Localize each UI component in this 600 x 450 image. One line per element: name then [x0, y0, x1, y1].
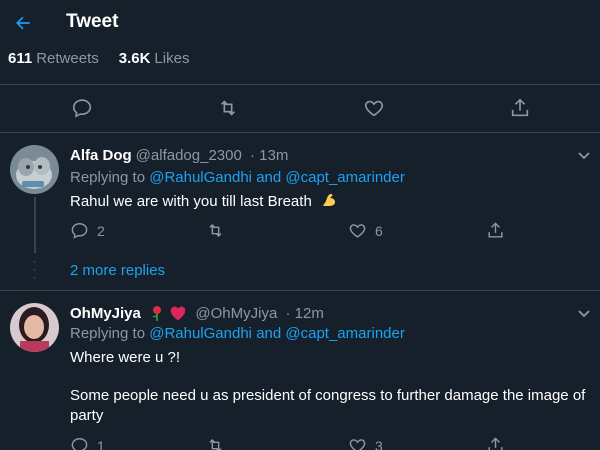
flexed-biceps-icon	[320, 191, 338, 215]
chevron-down-icon[interactable]	[576, 305, 592, 321]
tweet-text: Rahul we are with you till last Breath	[70, 191, 590, 215]
tweet-stats: 611 Retweets 3.6K Likes	[8, 50, 189, 67]
author-name[interactable]: OhMyJiya	[70, 305, 141, 322]
back-arrow-icon[interactable]	[10, 10, 36, 36]
page-title: Tweet	[66, 11, 119, 32]
replying-to: Replying to @RahulGandhi and @capt_amari…	[70, 169, 405, 186]
retweet-icon[interactable]	[205, 436, 226, 450]
tweet-time: · 12m	[285, 305, 324, 322]
share-icon[interactable]	[486, 221, 505, 240]
tweet-text: Where were u ?!	[70, 349, 181, 366]
like-count: 3	[375, 437, 383, 450]
more-replies-link[interactable]: 2 more replies	[70, 262, 165, 279]
reply-tweet[interactable]: OhMyJiya @OhMyJiya · 12m Replying to @Ra…	[0, 291, 600, 450]
like-button[interactable]: 6	[348, 221, 383, 240]
top-bar: Tweet	[0, 0, 600, 46]
chevron-down-icon[interactable]	[576, 147, 592, 163]
reply-icon[interactable]	[70, 96, 94, 120]
likes-stat[interactable]: 3.6K Likes	[119, 50, 190, 67]
avatar[interactable]	[10, 145, 59, 194]
tweet-author: OhMyJiya @OhMyJiya · 12m	[70, 305, 324, 325]
tweet-author: Alfa Dog @alfadog_2300 · 13m	[70, 147, 288, 164]
tweet-text: Some people need u as president of congr…	[70, 387, 586, 424]
author-handle[interactable]: @alfadog_2300	[136, 147, 242, 164]
reply-count: 2	[97, 222, 105, 239]
like-count: 6	[375, 222, 383, 239]
mention-link[interactable]: @RahulGandhi	[149, 169, 252, 186]
share-icon[interactable]	[508, 96, 532, 120]
tweet-action-bar	[0, 88, 600, 128]
retweet-icon[interactable]	[216, 96, 240, 120]
mention-link[interactable]: @RahulGandhi	[149, 325, 252, 342]
like-button[interactable]: 3	[348, 436, 383, 450]
retweets-stat[interactable]: 611 Retweets	[8, 50, 99, 67]
reply-count: 1	[97, 437, 105, 450]
author-name[interactable]: Alfa Dog	[70, 147, 132, 164]
reply-button[interactable]: 1	[70, 436, 105, 450]
reply-button[interactable]: 2	[70, 221, 105, 240]
author-handle[interactable]: @OhMyJiya	[195, 305, 277, 322]
like-icon[interactable]	[362, 96, 386, 120]
avatar[interactable]	[10, 303, 59, 352]
rose-icon	[149, 305, 165, 325]
heart-icon	[169, 305, 187, 325]
mention-link[interactable]: @capt_amarinder	[285, 325, 404, 342]
retweet-icon[interactable]	[205, 221, 226, 240]
replying-to: Replying to @RahulGandhi and @capt_amari…	[70, 325, 405, 342]
thread-dots	[33, 260, 36, 280]
divider	[0, 84, 600, 85]
mention-link[interactable]: @capt_amarinder	[285, 169, 404, 186]
thread-line	[34, 197, 36, 253]
tweet-time: · 13m	[250, 147, 289, 164]
share-icon[interactable]	[486, 436, 505, 450]
